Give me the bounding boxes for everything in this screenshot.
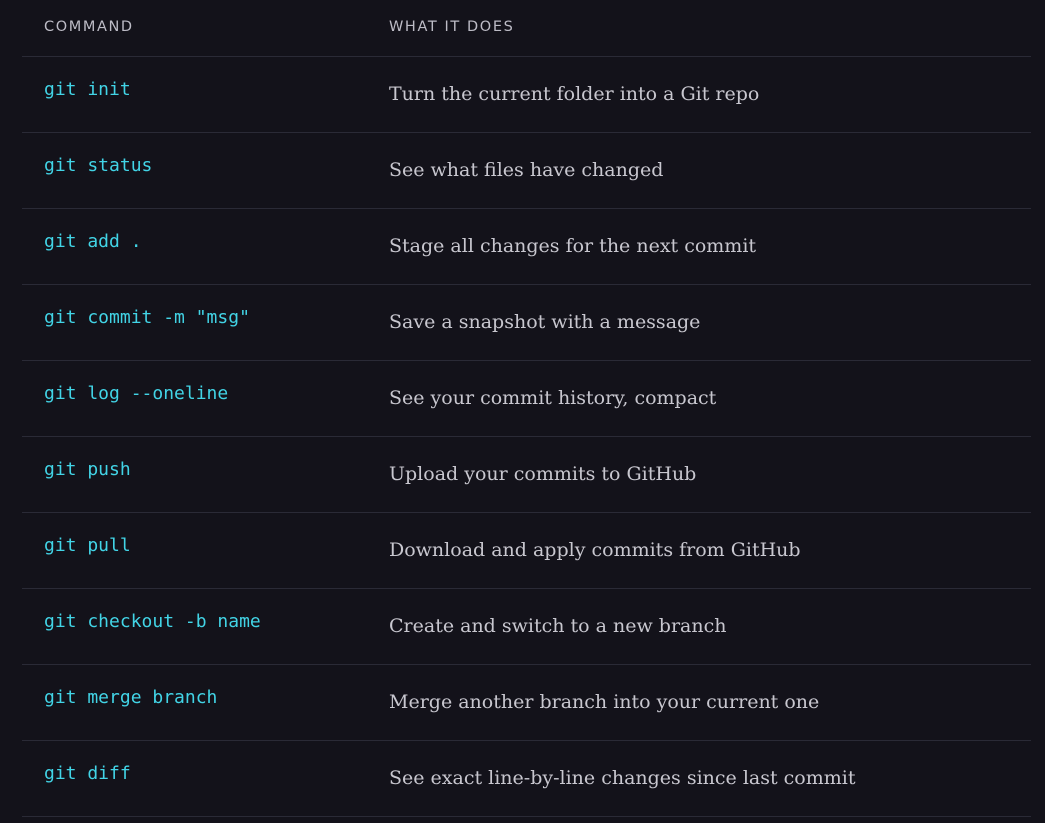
command-cell: git status — [44, 155, 153, 176]
column-header-description: WHAT IT DOES — [389, 19, 515, 35]
table-row: git status See what files have changed — [22, 133, 1031, 209]
table-row: git merge branch Merge another branch in… — [22, 665, 1031, 741]
table-row: git diff See exact line-by-line changes … — [22, 741, 1031, 817]
column-header-command: COMMAND — [44, 19, 134, 35]
command-cell: git checkout -b name — [44, 611, 261, 632]
description-cell: Stage all changes for the next commit — [389, 235, 757, 257]
description-cell: Merge another branch into your current o… — [389, 691, 820, 713]
command-cell: git add . — [44, 231, 142, 252]
command-cell: git log --oneline — [44, 383, 229, 404]
git-commands-table: COMMAND WHAT IT DOES git init Turn the c… — [22, 0, 1031, 817]
command-cell: git diff — [44, 763, 131, 784]
table-row: git log --oneline See your commit histor… — [22, 361, 1031, 437]
command-cell: git merge branch — [44, 687, 218, 708]
description-cell: Create and switch to a new branch — [389, 615, 727, 637]
description-cell: Download and apply commits from GitHub — [389, 539, 801, 561]
command-cell: git commit -m "msg" — [44, 307, 250, 328]
table-row: git init Turn the current folder into a … — [22, 57, 1031, 133]
command-cell: git init — [44, 79, 131, 100]
command-cell: git push — [44, 459, 131, 480]
table-header: COMMAND WHAT IT DOES — [22, 0, 1031, 57]
command-cell: git pull — [44, 535, 131, 556]
description-cell: See your commit history, compact — [389, 387, 717, 409]
description-cell: See exact line-by-line changes since las… — [389, 767, 856, 789]
description-cell: See what files have changed — [389, 159, 664, 181]
table-row: git push Upload your commits to GitHub — [22, 437, 1031, 513]
table-row: git add . Stage all changes for the next… — [22, 209, 1031, 285]
table-row: git pull Download and apply commits from… — [22, 513, 1031, 589]
description-cell: Turn the current folder into a Git repo — [389, 83, 760, 105]
table-row: git checkout -b name Create and switch t… — [22, 589, 1031, 665]
table-row: git commit -m "msg" Save a snapshot with… — [22, 285, 1031, 361]
description-cell: Save a snapshot with a message — [389, 311, 701, 333]
description-cell: Upload your commits to GitHub — [389, 463, 697, 485]
